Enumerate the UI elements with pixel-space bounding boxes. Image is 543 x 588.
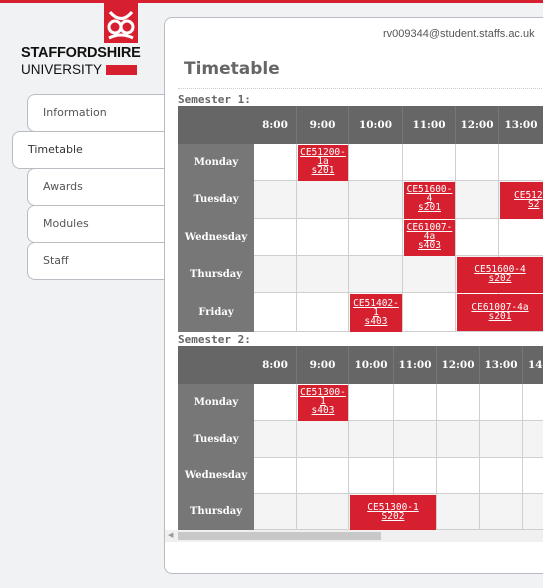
session-block[interactable]: CE51600- 4 s201	[404, 182, 455, 219]
col-divider	[402, 144, 403, 332]
nav-item-timetable[interactable]: Timetable	[12, 131, 165, 169]
day-header: Thursday	[178, 494, 254, 530]
session-block[interactable]: CE51300-1 S202	[350, 495, 436, 530]
brand-line2: UNIVERSITY	[21, 62, 103, 77]
time-header: 14	[523, 346, 543, 384]
semester2-label: Semester 2:	[178, 333, 251, 346]
session-block[interactable]: CE51402- 1 s403	[350, 294, 402, 332]
nav-label: Information	[43, 106, 107, 119]
horizontal-scrollbar[interactable]: ◀	[165, 530, 543, 542]
nav-label: Timetable	[28, 143, 83, 156]
col-divider	[479, 384, 480, 530]
day-header: Tuesday	[178, 421, 254, 458]
session-block[interactable]: CE51300- 1 s403	[298, 385, 348, 421]
scrollbar-thumb[interactable]	[178, 532, 381, 540]
day-header: Wednesday	[178, 458, 254, 494]
nav-item-staff[interactable]: Staff	[27, 242, 165, 280]
page-title: Timetable	[184, 59, 280, 79]
session-block[interactable]: CE512 S2	[500, 182, 543, 219]
col-divider	[296, 384, 297, 530]
day-header: Thursday	[178, 256, 254, 293]
day-header: Tuesday	[178, 181, 254, 219]
row-cells	[254, 219, 543, 256]
row-cells	[254, 421, 543, 458]
user-email: rv009344@student.staffs.ac.uk	[383, 28, 535, 40]
row-cells	[254, 458, 543, 494]
time-header: 12:00	[456, 106, 499, 144]
day-header: Monday	[178, 384, 254, 421]
time-header: 11:00	[394, 346, 437, 384]
title-divider	[178, 88, 543, 89]
nav-item-awards[interactable]: Awards	[27, 168, 165, 206]
time-header: 8:00	[254, 346, 297, 384]
semester1-grid: 8:00 9:00 10:00 11:00 12:00 13:00 Monday…	[178, 106, 543, 332]
day-header: Wednesday	[178, 219, 254, 256]
time-header: 10:00	[349, 346, 394, 384]
scroll-left-arrow-icon[interactable]: ◀	[168, 531, 173, 539]
time-header: 9:00	[297, 106, 349, 144]
session-line: s201	[418, 202, 441, 213]
session-line: s403	[364, 316, 388, 327]
semester2-grid: 8:00 9:00 10:00 11:00 12:00 13:00 14 Mon…	[178, 346, 543, 530]
session-line: s403	[311, 405, 335, 416]
time-header: 10:00	[349, 106, 403, 144]
nav-item-modules[interactable]: Modules	[27, 205, 165, 243]
col-divider	[296, 144, 297, 332]
stafford-knot-icon	[104, 3, 138, 43]
nav-label: Modules	[43, 217, 89, 230]
time-header: 8:00	[254, 106, 297, 144]
col-divider	[455, 144, 456, 332]
time-header: 12:00	[437, 346, 480, 384]
nav-label: Staff	[43, 254, 69, 267]
session-line: s403	[418, 240, 441, 251]
brand-line1: STAFFORDSHIRE	[21, 45, 141, 61]
semester1-label: Semester 1:	[178, 93, 251, 106]
session-block[interactable]: CE61007-4a s201	[457, 294, 543, 331]
session-line: S202	[381, 511, 405, 522]
session-line: s201	[311, 165, 335, 176]
nav-label: Awards	[43, 180, 83, 193]
session-line: s202	[488, 273, 512, 284]
nav-item-information[interactable]: Information	[27, 94, 165, 132]
session-block[interactable]: CE51200- 1a s201	[298, 145, 348, 181]
time-header: 13:00	[480, 346, 523, 384]
day-header: Friday	[178, 293, 254, 332]
col-divider	[436, 384, 437, 530]
grid-corner	[178, 106, 254, 144]
session-block[interactable]: CE61007- 4a s403	[404, 220, 455, 256]
col-divider	[522, 384, 523, 530]
university-logo[interactable]: STAFFORDSHIRE UNIVERSITY	[20, 3, 141, 77]
time-header: 13:00	[499, 106, 543, 144]
col-divider	[348, 144, 349, 332]
day-header: Monday	[178, 144, 254, 181]
grid-corner	[178, 346, 254, 384]
session-block[interactable]: CE51600-4 s202	[457, 257, 543, 293]
time-header: 11:00	[403, 106, 456, 144]
time-header: 9:00	[297, 346, 349, 384]
session-line: S2	[528, 199, 540, 210]
session-line: s201	[488, 311, 512, 322]
brand-bar	[106, 65, 137, 75]
col-divider	[348, 384, 349, 530]
main-panel: rv009344@student.staffs.ac.uk Timetable …	[164, 17, 543, 574]
